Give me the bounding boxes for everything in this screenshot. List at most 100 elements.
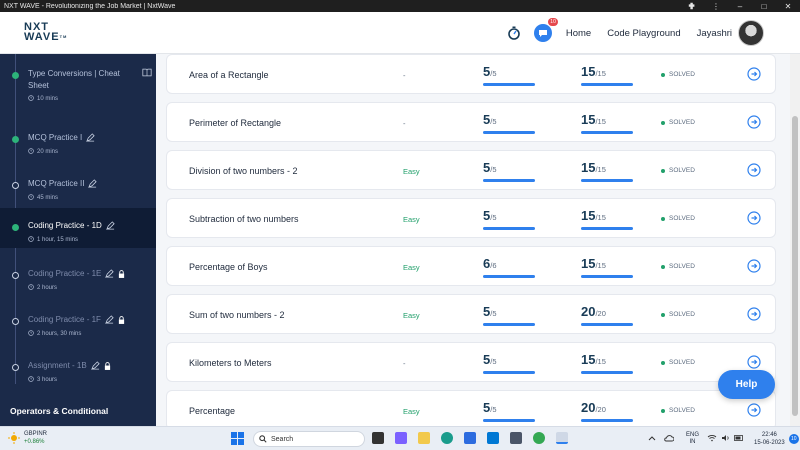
section-title[interactable]: Operators & Conditional [10, 406, 108, 416]
sidebar-item-title: Type Conversions | Cheat Sheet [28, 68, 120, 92]
question-card[interactable]: Subtraction of two numbers Easy 5/5 15/15 SO… [166, 198, 776, 238]
status-label: SOLVED [669, 119, 695, 126]
arrow-right-icon[interactable] [747, 355, 761, 369]
nxtwave-logo[interactable]: NXT WAVETM [24, 22, 67, 43]
sidebar-item[interactable]: Coding Practice - 1E 2 hours [0, 268, 156, 308]
user-name[interactable]: Jayashri [697, 28, 732, 39]
chrome-icon[interactable] [533, 432, 545, 444]
chevron-up-icon[interactable] [648, 435, 656, 443]
arrow-right-icon[interactable] [747, 403, 761, 417]
menu-icon[interactable]: ⋮ [704, 0, 728, 12]
store-icon[interactable] [464, 432, 476, 444]
stopwatch-icon[interactable] [506, 25, 522, 41]
scrollbar-thumb[interactable] [792, 116, 798, 416]
status-label: SOLVED [669, 215, 695, 222]
book-icon[interactable] [142, 68, 152, 77]
difficulty-label: Easy [403, 215, 420, 224]
status-dot [661, 120, 665, 125]
avatar[interactable] [738, 20, 764, 46]
question-card[interactable]: Sum of two numbers - 2 Easy 5/5 20/20 SOLVED [166, 294, 776, 334]
sidebar-item-label: Type Conversions | Cheat Sheet [28, 69, 120, 90]
question-name[interactable]: Perimeter of Rectangle [189, 118, 281, 128]
question-card[interactable]: Kilometers to Meters - 5/5 15/15 SOLVED [166, 342, 776, 382]
cloud-icon[interactable] [664, 434, 675, 444]
question-name[interactable]: Division of two numbers - 2 [189, 166, 298, 176]
task-view-icon[interactable] [372, 432, 384, 444]
pencil-icon[interactable] [86, 133, 95, 143]
question-card[interactable]: Percentage of Boys Easy 6/6 15/15 SOLVED [166, 246, 776, 286]
sidebar-item[interactable]: Coding Practice - 1F 2 hours, 30 mins [0, 314, 156, 354]
question-name[interactable]: Percentage [189, 406, 235, 416]
close-button[interactable]: ✕ [776, 0, 800, 12]
arrow-right-icon[interactable] [747, 115, 761, 129]
outlook-icon[interactable] [487, 432, 499, 444]
maximize-button[interactable]: □ [752, 0, 776, 12]
help-button[interactable]: Help [718, 370, 775, 399]
pencil-icon[interactable] [105, 315, 114, 325]
teams-icon[interactable] [395, 432, 407, 444]
duration: 3 hours [28, 376, 57, 384]
arrow-right-icon[interactable] [747, 211, 761, 225]
status-dot [12, 318, 19, 325]
minimize-button[interactable]: – [728, 0, 752, 12]
sidebar-item-label: MCQ Practice I [28, 133, 83, 142]
points-value: 15 [581, 208, 596, 223]
sidebar-item[interactable]: Assignment - 1B 3 hours [0, 360, 156, 400]
question-name[interactable]: Area of a Rectangle [189, 70, 269, 80]
question-name[interactable]: Percentage of Boys [189, 262, 268, 272]
arrow-right-icon[interactable] [747, 307, 761, 321]
edge-icon[interactable] [441, 432, 453, 444]
question-name[interactable]: Sum of two numbers - 2 [189, 310, 285, 320]
question-card[interactable]: Area of a Rectangle - 5/5 15/15 SOLVED [166, 54, 776, 94]
nav-code-playground-link[interactable]: Code Playground [607, 28, 680, 39]
sidebar-item[interactable]: Coding Practice - 1D 1 hour, 15 mins [0, 208, 156, 248]
question-name[interactable]: Subtraction of two numbers [189, 214, 299, 224]
points-progress-bar [581, 275, 633, 278]
points: 15/15 [581, 255, 637, 278]
nxtwave-app-icon[interactable] [556, 432, 568, 444]
app-icon[interactable] [510, 432, 522, 444]
question-name[interactable]: Kilometers to Meters [189, 358, 272, 368]
points-value: 15 [581, 160, 596, 175]
status-dot [661, 216, 665, 221]
points-value: 15 [581, 256, 596, 271]
score-max: /5 [490, 69, 497, 78]
question-card[interactable]: Perimeter of Rectangle - 5/5 15/15 SOLVED [166, 102, 776, 142]
scrollbar[interactable] [790, 54, 800, 426]
sidebar-item[interactable]: Type Conversions | Cheat Sheet 10 mins [0, 68, 156, 120]
pencil-icon[interactable] [88, 179, 98, 189]
language-line1: ENG [686, 432, 700, 438]
clock[interactable]: 22:46 15-06-2023 [754, 431, 785, 447]
window-title: NXT WAVE - Revolutionizing the Job Marke… [4, 2, 176, 10]
language-indicator[interactable]: ENG IN [686, 432, 699, 446]
sidebar-item[interactable]: MCQ Practice I 20 mins [0, 132, 156, 172]
pencil-icon[interactable] [105, 269, 115, 279]
extensions-icon[interactable] [680, 0, 704, 12]
sidebar-item-label: Coding Practice - 1D [28, 221, 102, 230]
volume-icon[interactable] [721, 434, 730, 444]
question-card[interactable]: Percentage Easy 5/5 20/20 SOLVED [166, 390, 776, 426]
wifi-icon[interactable] [707, 434, 717, 444]
pencil-icon[interactable] [90, 361, 100, 371]
battery-icon[interactable] [734, 435, 744, 443]
notification-badge[interactable]: 10 [788, 434, 799, 444]
chat-icon[interactable]: 10 [533, 18, 558, 42]
question-card[interactable]: Division of two numbers - 2 Easy 5/5 15/15 S… [166, 150, 776, 190]
points: 20/20 [581, 303, 637, 326]
arrow-right-icon[interactable] [747, 163, 761, 177]
sun-icon [8, 432, 20, 444]
taskbar-search[interactable]: Search [253, 431, 365, 447]
pencil-icon[interactable] [105, 221, 115, 231]
arrow-right-icon[interactable] [747, 67, 761, 81]
score-progress-bar [483, 419, 535, 422]
points: 20/20 [581, 399, 637, 422]
widget-name: GBPINR [24, 431, 48, 437]
windows-start-icon[interactable] [231, 432, 244, 445]
difficulty-label: - [403, 71, 406, 80]
nav-home-link[interactable]: Home [566, 28, 591, 39]
file-explorer-icon[interactable] [418, 432, 430, 444]
duration: 2 hours [28, 284, 57, 292]
stock-widget[interactable]: GBPINR +0.86% [8, 430, 47, 446]
arrow-right-icon[interactable] [747, 259, 761, 273]
difficulty-label: Easy [403, 167, 420, 176]
